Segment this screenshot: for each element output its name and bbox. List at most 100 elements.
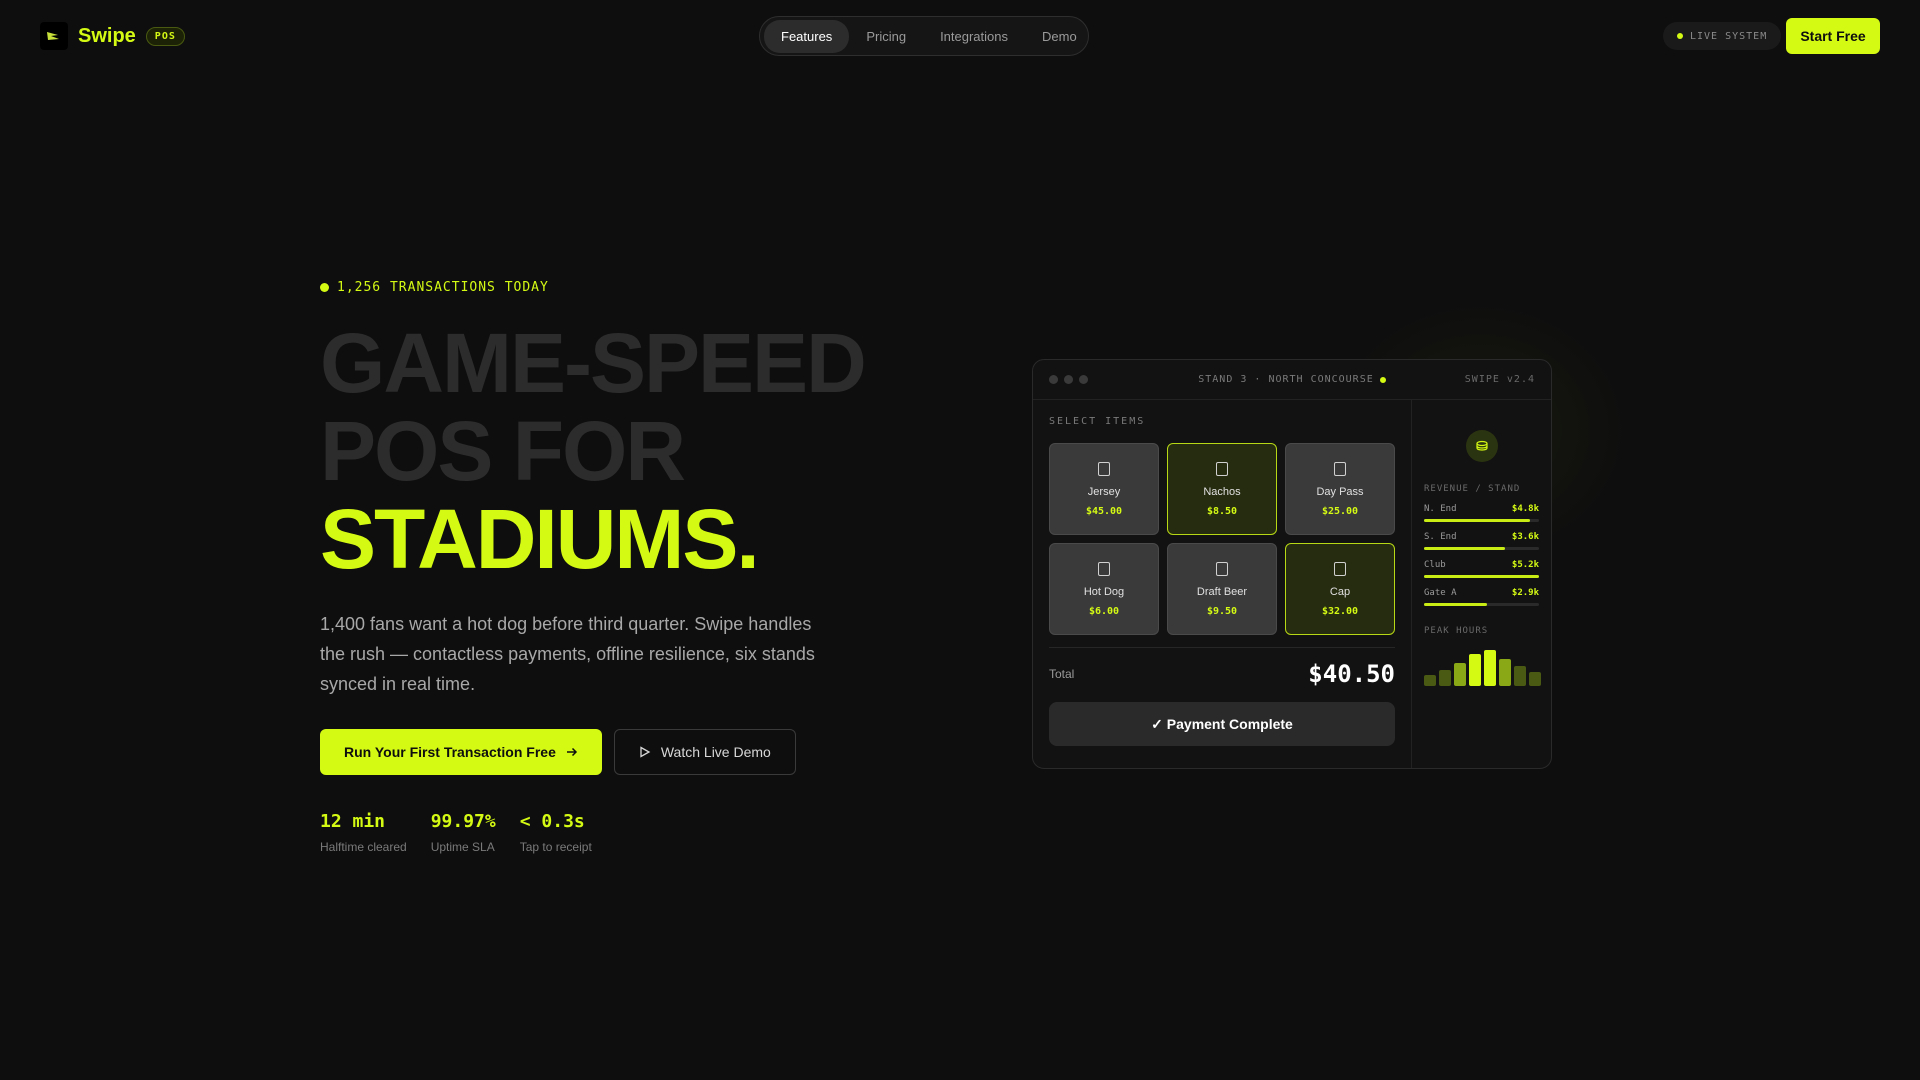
revenue-bar bbox=[1424, 519, 1530, 522]
revenue-item: N. End $4.8k bbox=[1424, 504, 1539, 522]
start-free-button[interactable]: Start Free bbox=[1786, 18, 1880, 54]
app-version: SWIPE v2.4 bbox=[1464, 374, 1535, 385]
arrow-right-icon bbox=[566, 747, 577, 757]
item-price: $32.00 bbox=[1321, 605, 1359, 617]
item-grid: Jersey $45.00 Nachos $8.50 Day Pass $25.… bbox=[1049, 443, 1395, 635]
terminal-body: SELECT ITEMS Jersey $45.00 Nachos $8.50 … bbox=[1033, 400, 1551, 768]
peak-hour-bar bbox=[1484, 650, 1496, 686]
revenue-list: N. End $4.8k S. End $3.6k Club $5.2k Gate A… bbox=[1424, 504, 1539, 606]
item-icon bbox=[1216, 561, 1228, 576]
transactions-label: 1,256 TRANSACTIONS TODAY bbox=[337, 280, 549, 295]
nav-link-features[interactable]: Features bbox=[764, 19, 850, 53]
revenue-track bbox=[1424, 575, 1539, 578]
revenue-stand-name: N. End bbox=[1424, 504, 1457, 514]
hero-lead: 1,400 fans want a hot dog before third q… bbox=[320, 614, 815, 694]
watch-live-demo-button[interactable]: Watch Live Demo bbox=[613, 729, 796, 775]
total-value: $40.50 bbox=[1308, 660, 1395, 688]
item-draft-beer[interactable]: Draft Beer $9.50 bbox=[1167, 543, 1277, 635]
peak-hour-bar bbox=[1454, 663, 1466, 686]
revenue-stand-name: Club bbox=[1424, 560, 1446, 570]
coins-icon bbox=[1465, 430, 1498, 462]
live-dot-icon bbox=[1677, 33, 1683, 39]
item-nachos[interactable]: Nachos $8.50 bbox=[1167, 443, 1277, 535]
nav-link-pricing[interactable]: Pricing bbox=[849, 20, 923, 53]
peak-hours-chart bbox=[1424, 646, 1541, 686]
peak-hour-bar bbox=[1424, 675, 1436, 686]
peak-hours-title: PEAK HOURS bbox=[1424, 626, 1489, 636]
cta-row: Run Your First Transaction Free Watch Li… bbox=[320, 729, 960, 775]
revenue-track bbox=[1424, 603, 1539, 606]
revenue-title: REVENUE / STAND bbox=[1424, 484, 1521, 494]
brand-name: Swipe bbox=[78, 24, 136, 47]
item-day-pass[interactable]: Day Pass $25.00 bbox=[1285, 443, 1395, 535]
swipe-logo-icon bbox=[40, 22, 68, 50]
transactions-today: 1,256 TRANSACTIONS TODAY bbox=[320, 280, 960, 295]
stat-value: < 0.3s bbox=[519, 811, 585, 832]
stat-value: 12 min bbox=[320, 811, 386, 832]
revenue-track bbox=[1424, 547, 1539, 550]
headline-line-1: GAME-SPEED bbox=[320, 316, 867, 410]
coin-wrap bbox=[1424, 430, 1539, 462]
revenue-item: S. End $3.6k bbox=[1424, 532, 1539, 550]
item-name: Cap bbox=[1329, 585, 1351, 598]
item-icon bbox=[1216, 461, 1228, 476]
total-row: Total $40.50 bbox=[1049, 647, 1395, 688]
item-price: $8.50 bbox=[1206, 505, 1238, 517]
nav-link-integrations[interactable]: Integrations bbox=[923, 20, 1025, 53]
stand-title-label: STAND 3 · NORTH CONCOURSE bbox=[1198, 374, 1374, 385]
stats-pane: REVENUE / STAND N. End $4.8k S. End $3.6k … bbox=[1412, 400, 1551, 768]
revenue-bar bbox=[1424, 547, 1505, 550]
revenue-item: Club $5.2k bbox=[1424, 560, 1539, 578]
pos-terminal-mock: STAND 3 · NORTH CONCOURSE SWIPE v2.4 SEL… bbox=[1032, 359, 1552, 769]
item-price: $6.00 bbox=[1088, 605, 1120, 617]
stat-halftime: 12 min Halftime cleared bbox=[320, 811, 407, 854]
hero-stats: 12 min Halftime cleared 99.97% Uptime SL… bbox=[320, 811, 960, 854]
item-price: $25.00 bbox=[1321, 505, 1359, 517]
run-first-transaction-button[interactable]: Run Your First Transaction Free bbox=[320, 729, 602, 775]
revenue-bar bbox=[1424, 575, 1539, 578]
item-jersey[interactable]: Jersey $45.00 bbox=[1049, 443, 1159, 535]
peak-hour-bar bbox=[1529, 672, 1541, 686]
item-hot-dog[interactable]: Hot Dog $6.00 bbox=[1049, 543, 1159, 635]
stat-label: Uptime SLA bbox=[430, 840, 495, 854]
item-name: Day Pass bbox=[1316, 485, 1364, 498]
live-system-label: LIVE SYSTEM bbox=[1690, 30, 1768, 42]
revenue-item: Gate A $2.9k bbox=[1424, 588, 1539, 606]
nav-links: Features Pricing Integrations Demo bbox=[759, 16, 1089, 56]
item-icon bbox=[1334, 461, 1346, 476]
play-icon bbox=[640, 746, 651, 758]
brand[interactable]: Swipe POS bbox=[40, 22, 185, 50]
cta-primary-label: Run Your First Transaction Free bbox=[344, 744, 556, 760]
headline-line-2: POS FOR bbox=[320, 404, 686, 498]
total-label: Total bbox=[1049, 667, 1075, 681]
item-name: Nachos bbox=[1203, 485, 1241, 498]
revenue-value: $2.9k bbox=[1511, 588, 1539, 598]
revenue-value: $4.8k bbox=[1511, 504, 1539, 514]
item-price: $45.00 bbox=[1085, 505, 1123, 517]
stat-label: Tap to receipt bbox=[519, 840, 592, 854]
item-cap[interactable]: Cap $32.00 bbox=[1285, 543, 1395, 635]
live-system-badge: LIVE SYSTEM bbox=[1663, 22, 1782, 50]
top-nav: Swipe POS Features Pricing Integrations … bbox=[0, 0, 1920, 72]
item-name: Jersey bbox=[1087, 485, 1121, 498]
online-dot-icon bbox=[1379, 376, 1386, 383]
pos-badge: POS bbox=[145, 26, 185, 46]
nav-link-demo[interactable]: Demo bbox=[1025, 20, 1094, 53]
revenue-stand-name: Gate A bbox=[1424, 588, 1457, 598]
cta-secondary-label: Watch Live Demo bbox=[660, 744, 771, 760]
stat-label: Halftime cleared bbox=[320, 840, 407, 854]
peak-hour-bar bbox=[1439, 670, 1451, 686]
revenue-value: $3.6k bbox=[1511, 532, 1539, 542]
headline-line-3: STADIUMS. bbox=[320, 492, 760, 586]
peak-hour-bar bbox=[1499, 659, 1511, 686]
item-icon bbox=[1334, 561, 1346, 576]
payment-complete-button[interactable]: ✓ Payment Complete bbox=[1049, 702, 1395, 746]
select-items-title: SELECT ITEMS bbox=[1049, 416, 1146, 427]
stat-tap-to-receipt: < 0.3s Tap to receipt bbox=[520, 811, 592, 854]
revenue-track bbox=[1424, 519, 1539, 522]
peak-hour-bar bbox=[1514, 666, 1526, 686]
hero-section: 1,256 TRANSACTIONS TODAY GAME-SPEED POS … bbox=[320, 280, 960, 854]
items-pane: SELECT ITEMS Jersey $45.00 Nachos $8.50 … bbox=[1033, 400, 1412, 768]
hero-headline: GAME-SPEED POS FOR STADIUMS. bbox=[320, 319, 960, 583]
item-price: $9.50 bbox=[1206, 605, 1238, 617]
